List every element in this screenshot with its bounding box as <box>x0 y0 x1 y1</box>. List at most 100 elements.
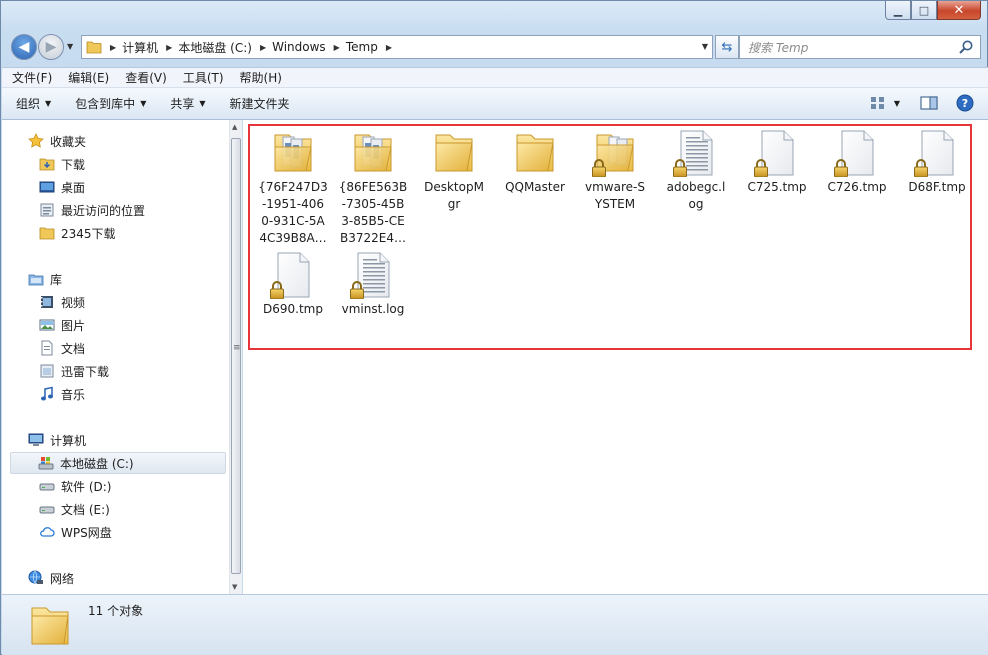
nav-item-label: 音乐 <box>61 387 86 402</box>
navigation-row: ◀ ▶ ▼ ▶ 计算机 ▶ 本地磁盘 (C:) ▶ Windows ▶ Temp… <box>9 32 981 62</box>
nav-favorites[interactable]: 收藏夹 <box>28 130 86 152</box>
breadcrumb-windows[interactable]: Windows <box>272 40 326 54</box>
nav-item-local-disk-c[interactable]: 本地磁盘 (C:) <box>10 452 226 474</box>
new-folder-button[interactable]: 新建文件夹 <box>230 95 290 112</box>
nav-item-desktop[interactable]: 桌面 <box>39 176 85 198</box>
library-folder-icon <box>40 364 54 378</box>
menu-tools[interactable]: 工具(T) <box>183 69 224 86</box>
folder-icon <box>430 129 478 177</box>
library-icon <box>28 274 44 286</box>
breadcrumb-separator-icon[interactable]: ▶ <box>334 43 340 52</box>
file-item[interactable]: D68F.tmp <box>897 129 977 196</box>
file-item[interactable]: {86FE563B -7305-45B 3-85B5-CE B3722E4… <box>333 129 413 247</box>
close-button[interactable]: ✕ <box>937 1 981 20</box>
nav-item-drive-d[interactable]: 软件 (D:) <box>39 475 111 497</box>
minimize-button[interactable]: ▁ <box>885 1 911 20</box>
arrow-left-icon: ◀ <box>18 39 30 55</box>
nav-item-drive-e[interactable]: 文档 (E:) <box>39 498 110 520</box>
file-item[interactable]: vmware-S YSTEM <box>575 129 655 213</box>
organize-button[interactable]: 组织 ▼ <box>16 95 51 112</box>
search-placeholder: 搜索 Temp <box>748 40 809 55</box>
file-name-line: DesktopM <box>424 180 484 194</box>
nav-pane-scrollbar[interactable]: ▲ ≡ ▼ <box>229 120 242 594</box>
nav-item-videos[interactable]: 视频 <box>39 291 85 313</box>
view-icon <box>870 97 884 109</box>
share-button[interactable]: 共享 ▼ <box>170 95 205 112</box>
nav-item-documents[interactable]: 文档 <box>39 337 85 359</box>
file-item[interactable]: D690.tmp <box>253 251 333 318</box>
nav-item-wps-cloud[interactable]: WPS网盘 <box>39 521 112 543</box>
breadcrumb-temp[interactable]: Temp <box>346 40 378 54</box>
include-in-library-button[interactable]: 包含到库中 ▼ <box>75 95 146 112</box>
nav-item-pictures[interactable]: 图片 <box>39 314 85 336</box>
menu-file[interactable]: 文件(F) <box>12 69 52 86</box>
svg-text:?: ? <box>962 97 968 110</box>
search-input[interactable]: 搜索 Temp <box>739 35 981 59</box>
file-item[interactable]: DesktopM gr <box>414 129 494 213</box>
folder-icon <box>39 227 55 240</box>
file-name: {76F247D3 -1951-406 0-931C-5A 4C39B8A… <box>253 179 333 247</box>
drive-icon <box>39 483 55 491</box>
recent-pages-dropdown[interactable]: ▼ <box>67 42 73 51</box>
file-name-line: -1951-406 <box>261 197 325 211</box>
nav-item-label: 软件 (D:) <box>61 479 112 494</box>
back-button[interactable]: ◀ <box>11 34 37 60</box>
refresh-button[interactable]: ⇆ <box>715 35 739 59</box>
file-item[interactable]: C726.tmp <box>817 129 897 196</box>
scroll-up-icon[interactable]: ▲ <box>232 123 237 131</box>
change-view-button[interactable]: ▼ <box>870 95 900 111</box>
file-name: D68F.tmp <box>897 179 977 196</box>
nav-favorites-label: 收藏夹 <box>50 134 87 149</box>
scrollbar-thumb[interactable] <box>231 138 241 574</box>
file-list-view[interactable]: {76F247D3 -1951-406 0-931C-5A 4C39B8A… {86FE… <box>243 120 988 594</box>
locked-text-file-icon <box>349 251 397 300</box>
navigation-pane: 收藏夹 下载 桌面 最近访问的位置 2345下载 库 视频 图片 文档 迅雷下载… <box>2 120 242 594</box>
file-name-line: 4C39B8A… <box>259 231 327 245</box>
view-controls: ▼ ? <box>858 94 974 112</box>
chevron-down-icon: ▼ <box>140 99 147 108</box>
help-button[interactable]: ? <box>956 94 974 112</box>
nav-item-xunlei-downloads[interactable]: 迅雷下载 <box>39 360 109 382</box>
address-history-dropdown[interactable]: ▼ <box>702 42 708 51</box>
nav-computer[interactable]: 计算机 <box>28 429 86 451</box>
file-item[interactable]: adobegc.l og <box>656 129 736 213</box>
breadcrumb-computer[interactable]: 计算机 <box>122 39 158 56</box>
breadcrumb-separator-icon[interactable]: ▶ <box>260 43 266 52</box>
file-item[interactable]: C725.tmp <box>737 129 817 196</box>
file-name-line: QQMaster <box>505 180 565 194</box>
search-icon[interactable] <box>958 39 974 58</box>
nav-item-2345-downloads[interactable]: 2345下载 <box>39 222 116 244</box>
breadcrumb-separator-icon[interactable]: ▶ <box>110 43 116 52</box>
file-item[interactable]: vminst.log <box>333 251 413 318</box>
menu-edit[interactable]: 编辑(E) <box>68 69 109 86</box>
forward-button[interactable]: ▶ <box>38 34 64 60</box>
file-item[interactable]: QQMaster <box>495 129 575 196</box>
organize-label: 组织 <box>16 97 41 111</box>
nav-item-label: 文档 <box>61 341 86 356</box>
file-name-line: 0-931C-5A <box>261 214 325 228</box>
file-name-line: YSTEM <box>594 197 636 211</box>
nav-network[interactable]: 网络 <box>28 567 74 589</box>
menu-view[interactable]: 查看(V) <box>125 69 167 86</box>
preview-pane-button[interactable] <box>920 95 938 111</box>
menu-help[interactable]: 帮助(H) <box>240 69 282 86</box>
file-name-line: vminst.log <box>341 302 405 316</box>
file-item[interactable]: {76F247D3 -1951-406 0-931C-5A 4C39B8A… <box>253 129 333 247</box>
scroll-down-icon[interactable]: ▼ <box>232 583 237 591</box>
locked-file-icon <box>753 129 801 178</box>
nav-item-label: 本地磁盘 (C:) <box>60 456 134 471</box>
menu-bar: 文件(F) 编辑(E) 查看(V) 工具(T) 帮助(H) <box>2 67 988 88</box>
desktop-icon <box>39 181 55 193</box>
breadcrumb-local-disk-c[interactable]: 本地磁盘 (C:) <box>178 39 252 56</box>
nav-item-music[interactable]: 音乐 <box>39 383 85 405</box>
breadcrumb-separator-icon[interactable]: ▶ <box>166 43 172 52</box>
file-name: C725.tmp <box>737 179 817 196</box>
address-bar[interactable]: ▶ 计算机 ▶ 本地磁盘 (C:) ▶ Windows ▶ Temp ▶ ▼ <box>81 35 713 59</box>
breadcrumb-separator-icon[interactable]: ▶ <box>386 43 392 52</box>
nav-item-recent-places[interactable]: 最近访问的位置 <box>39 199 145 221</box>
folder-icon <box>511 129 559 177</box>
maximize-button[interactable]: □ <box>911 1 937 20</box>
nav-item-downloads[interactable]: 下载 <box>39 153 85 175</box>
chevron-down-icon: ▼ <box>893 98 900 108</box>
nav-libraries[interactable]: 库 <box>28 268 62 290</box>
